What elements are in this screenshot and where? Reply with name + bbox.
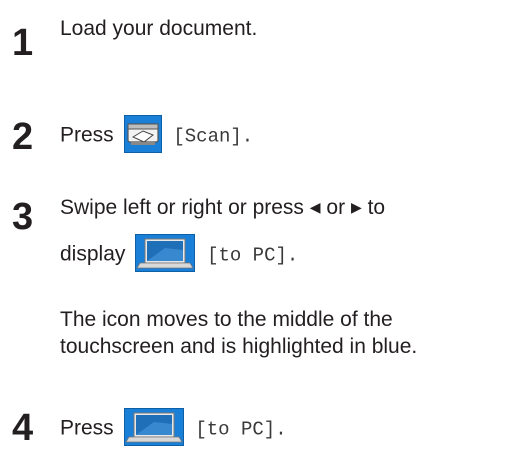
laptop-icon [135, 234, 196, 272]
step-number: 1 [12, 22, 34, 64]
step-number: 3 [12, 196, 34, 238]
note-line: touchscreen and is highlighted in blue. [60, 335, 418, 358]
step-number: 2 [12, 116, 34, 158]
step-line-1: Swipe left or right or press ◀ or ▶ to [60, 193, 385, 224]
scan-button-label: [Scan]. [173, 125, 254, 148]
step-text: Press [60, 123, 114, 147]
step-line-2: display [to PC]. [60, 234, 299, 274]
right-arrow-icon: ▶ [350, 199, 362, 215]
step-line: Press [Scan]. [60, 115, 254, 155]
step-note: The icon moves to the middle of the touc… [60, 306, 417, 360]
step-text: Press [60, 416, 114, 440]
step-text: or [326, 196, 346, 219]
step-number: 4 [12, 407, 34, 449]
note-line: The icon moves to the middle of the [60, 308, 393, 331]
step-text: to [367, 196, 386, 219]
to-pc-label: [to PC]. [195, 418, 287, 441]
left-arrow-icon: ◀ [309, 199, 321, 215]
step-text: Load your document. [60, 17, 258, 40]
step-line: Press [to PC]. [60, 408, 287, 448]
step-text: Swipe left or right or press [60, 196, 304, 219]
to-pc-label: [to PC]. [207, 244, 299, 267]
laptop-icon [123, 408, 184, 446]
scanner-icon [123, 115, 162, 153]
step-text: display [60, 242, 126, 266]
